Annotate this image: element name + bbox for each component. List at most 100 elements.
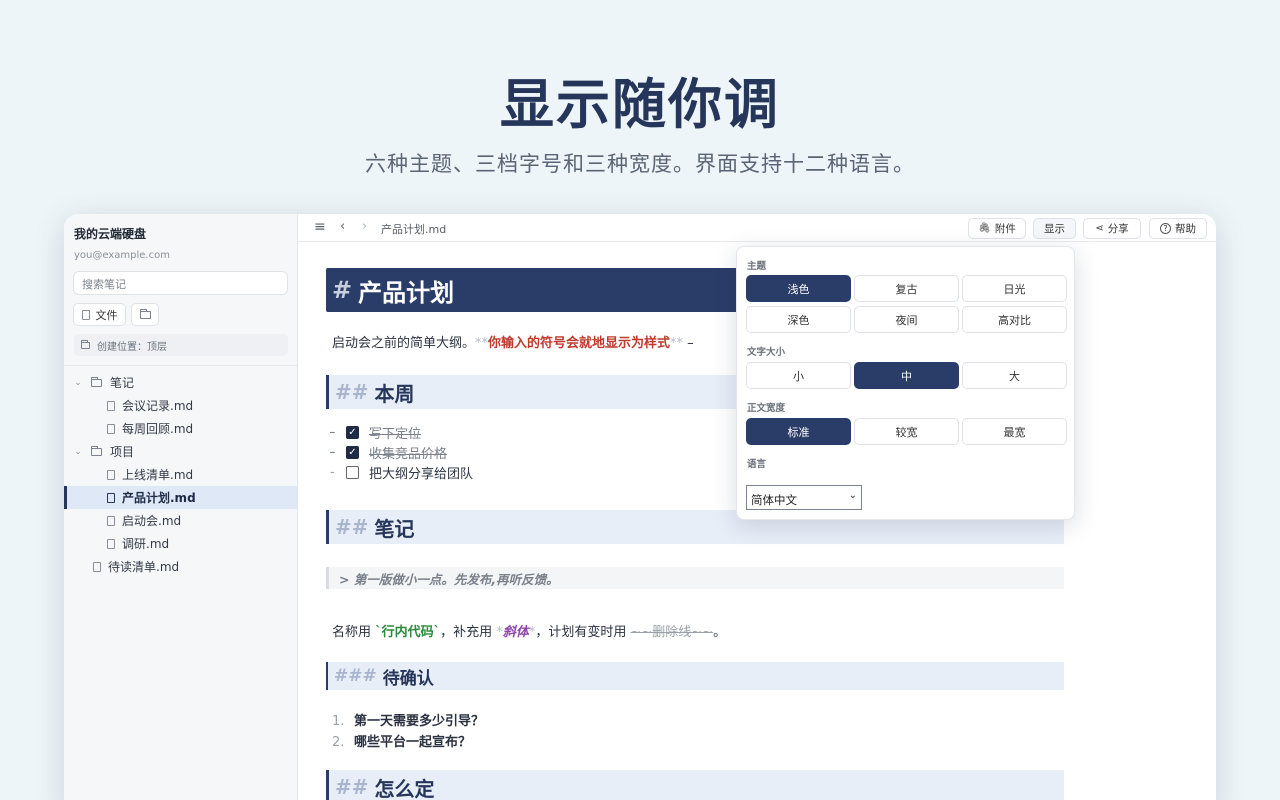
hero-title: 显示随你调 bbox=[500, 73, 780, 136]
tree-item-label: 项目 bbox=[110, 445, 135, 459]
text: 名称用 bbox=[332, 625, 372, 640]
tree-item-label: 上线清单.md bbox=[122, 468, 194, 482]
new-folder-button[interactable] bbox=[131, 303, 159, 326]
tree-item-label: 会议记录.md bbox=[122, 399, 194, 413]
heading-text: 产品计划 bbox=[358, 278, 455, 307]
intro-paragraph: 启动会之前的简单大纲。**你输入的符号会就地显示为样式** – bbox=[332, 332, 694, 351]
folder-icon bbox=[81, 339, 90, 349]
tree-item-label: 启动会.md bbox=[122, 514, 182, 528]
attach-label: 附件 bbox=[994, 223, 1016, 235]
create-location-label: 创建位置：顶层 bbox=[97, 341, 167, 353]
list-dash: - bbox=[330, 464, 335, 480]
width-option-widest[interactable]: 最宽 bbox=[962, 418, 1067, 445]
list-number: 1. bbox=[332, 714, 345, 729]
ordered-list-item: 2. 哪些平台一起宣布？ bbox=[332, 731, 471, 750]
tree-file[interactable]: 上线清单.md bbox=[64, 463, 297, 486]
checkbox-checked[interactable]: ✓ bbox=[346, 445, 359, 459]
file-icon bbox=[107, 538, 115, 549]
file-icon bbox=[107, 400, 115, 411]
task-item: - 把大纲分享给团队 bbox=[330, 462, 473, 482]
task-label: 收集竞品价格 bbox=[369, 446, 448, 462]
size-option-large[interactable]: 大 bbox=[962, 362, 1067, 389]
chevron-down-icon: ⌄ bbox=[74, 377, 82, 388]
theme-label: 主题 bbox=[747, 261, 767, 272]
account-name: 我的云端硬盘 bbox=[74, 227, 147, 241]
tree-file[interactable]: 调研.md bbox=[64, 532, 297, 555]
theme-option-daylight[interactable]: 日光 bbox=[962, 275, 1067, 302]
heading-text: 本周 bbox=[374, 381, 415, 406]
list-dash: - bbox=[330, 424, 335, 440]
paperclip-icon: 🖇 bbox=[978, 223, 991, 234]
tree-folder-projects[interactable]: ⌄ 项目 bbox=[64, 440, 297, 463]
chevron-down-icon: ⌄ bbox=[74, 446, 82, 457]
bold-mark: ** bbox=[475, 336, 489, 351]
folder-icon bbox=[91, 445, 102, 456]
toolbar: ≡ ‹ › 产品计划.md 🖇 附件 显示 ⋖ 分享 ? 帮助 bbox=[298, 214, 1216, 242]
width-option-wide[interactable]: 较宽 bbox=[854, 418, 959, 445]
heading-mark: ## bbox=[335, 775, 369, 799]
back-icon[interactable]: ‹ bbox=[340, 219, 345, 234]
theme-option-dark[interactable]: 深色 bbox=[746, 306, 851, 333]
size-label: 文字大小 bbox=[747, 347, 786, 358]
task-item: - ✓ 写下定位 bbox=[330, 422, 421, 442]
file-icon bbox=[107, 515, 115, 526]
bold-text: 你输入的符号会就地显示为样式 bbox=[488, 336, 671, 351]
share-button[interactable]: ⋖ 分享 bbox=[1083, 218, 1141, 239]
theme-option-light[interactable]: 浅色 bbox=[746, 275, 851, 302]
tree-file[interactable]: 每周回顾.md bbox=[64, 417, 297, 440]
help-icon: ? bbox=[1160, 223, 1171, 234]
intro-text: 启动会之前的简单大纲。 bbox=[332, 336, 476, 351]
language-select[interactable]: 简体中文 ⌄ bbox=[746, 485, 862, 510]
checkbox-checked[interactable]: ✓ bbox=[346, 425, 359, 439]
create-location[interactable]: 创建位置：顶层 bbox=[74, 334, 288, 356]
size-option-small[interactable]: 小 bbox=[746, 362, 851, 389]
tree-file[interactable]: 待读清单.md bbox=[64, 555, 297, 578]
display-settings-popup: 主题 浅色 复古 日光 深色 夜间 高对比 文字大小 小 中 大 正文宽度 标准… bbox=[736, 246, 1075, 520]
task-item: - ✓ 收集竞品价格 bbox=[330, 442, 447, 462]
text: ，补充用 bbox=[440, 625, 493, 640]
list-dash: - bbox=[330, 444, 335, 460]
width-label: 正文宽度 bbox=[747, 403, 786, 414]
help-button[interactable]: ? 帮助 bbox=[1149, 218, 1207, 239]
file-icon bbox=[107, 469, 115, 480]
menu-icon[interactable]: ≡ bbox=[314, 219, 326, 235]
file-icon bbox=[93, 561, 101, 572]
file-icon bbox=[107, 492, 115, 503]
file-icon bbox=[107, 423, 115, 434]
text: ，计划有变时用 bbox=[535, 625, 627, 640]
task-label: 把大纲分享给团队 bbox=[369, 466, 474, 482]
size-option-medium[interactable]: 中 bbox=[854, 362, 959, 389]
inline-formatting-paragraph: 名称用 `行内代码`，补充用 *斜体*，计划有变时用 ~~删除线~~。 bbox=[332, 621, 726, 640]
heading-text: 怎么定 bbox=[374, 776, 435, 800]
task-label: 写下定位 bbox=[369, 426, 422, 442]
tree-file[interactable]: 会议记录.md bbox=[64, 394, 297, 417]
forward-icon[interactable]: › bbox=[362, 219, 367, 234]
new-file-button[interactable]: 文件 bbox=[73, 303, 126, 326]
language-label: 语言 bbox=[747, 459, 767, 470]
chevron-down-icon: ⌄ bbox=[848, 490, 857, 501]
attach-button[interactable]: 🖇 附件 bbox=[968, 218, 1026, 239]
theme-option-night[interactable]: 夜间 bbox=[854, 306, 959, 333]
folder-icon bbox=[139, 308, 151, 319]
bold-mark: ** bbox=[670, 336, 684, 351]
share-icon: ⋖ bbox=[1095, 223, 1104, 234]
theme-option-high-contrast[interactable]: 高对比 bbox=[962, 306, 1067, 333]
folder-icon bbox=[91, 376, 102, 387]
heading-3: ### 待确认 bbox=[326, 662, 1064, 690]
heading-2-decide: ## 怎么定 bbox=[326, 770, 1064, 800]
list-number: 2. bbox=[332, 735, 345, 750]
ordered-list-item: 1. 第一天需要多少引导？ bbox=[332, 710, 484, 729]
heading-text: 待确认 bbox=[382, 668, 434, 689]
tree-item-label: 笔记 bbox=[110, 376, 135, 390]
tree-file-active[interactable]: 产品计划.md bbox=[64, 486, 297, 509]
display-button[interactable]: 显示 bbox=[1033, 218, 1076, 239]
tree-file[interactable]: 启动会.md bbox=[64, 509, 297, 532]
intro-tail: – bbox=[687, 336, 694, 351]
search-input[interactable]: 搜索笔记 bbox=[73, 271, 288, 295]
width-option-standard[interactable]: 标准 bbox=[746, 418, 851, 445]
checkbox-unchecked[interactable] bbox=[346, 465, 359, 479]
theme-option-retro[interactable]: 复古 bbox=[854, 275, 959, 302]
heading-mark: ### bbox=[334, 666, 377, 686]
tree-folder-notes[interactable]: ⌄ 笔记 bbox=[64, 371, 297, 394]
share-label: 分享 bbox=[1107, 223, 1129, 235]
